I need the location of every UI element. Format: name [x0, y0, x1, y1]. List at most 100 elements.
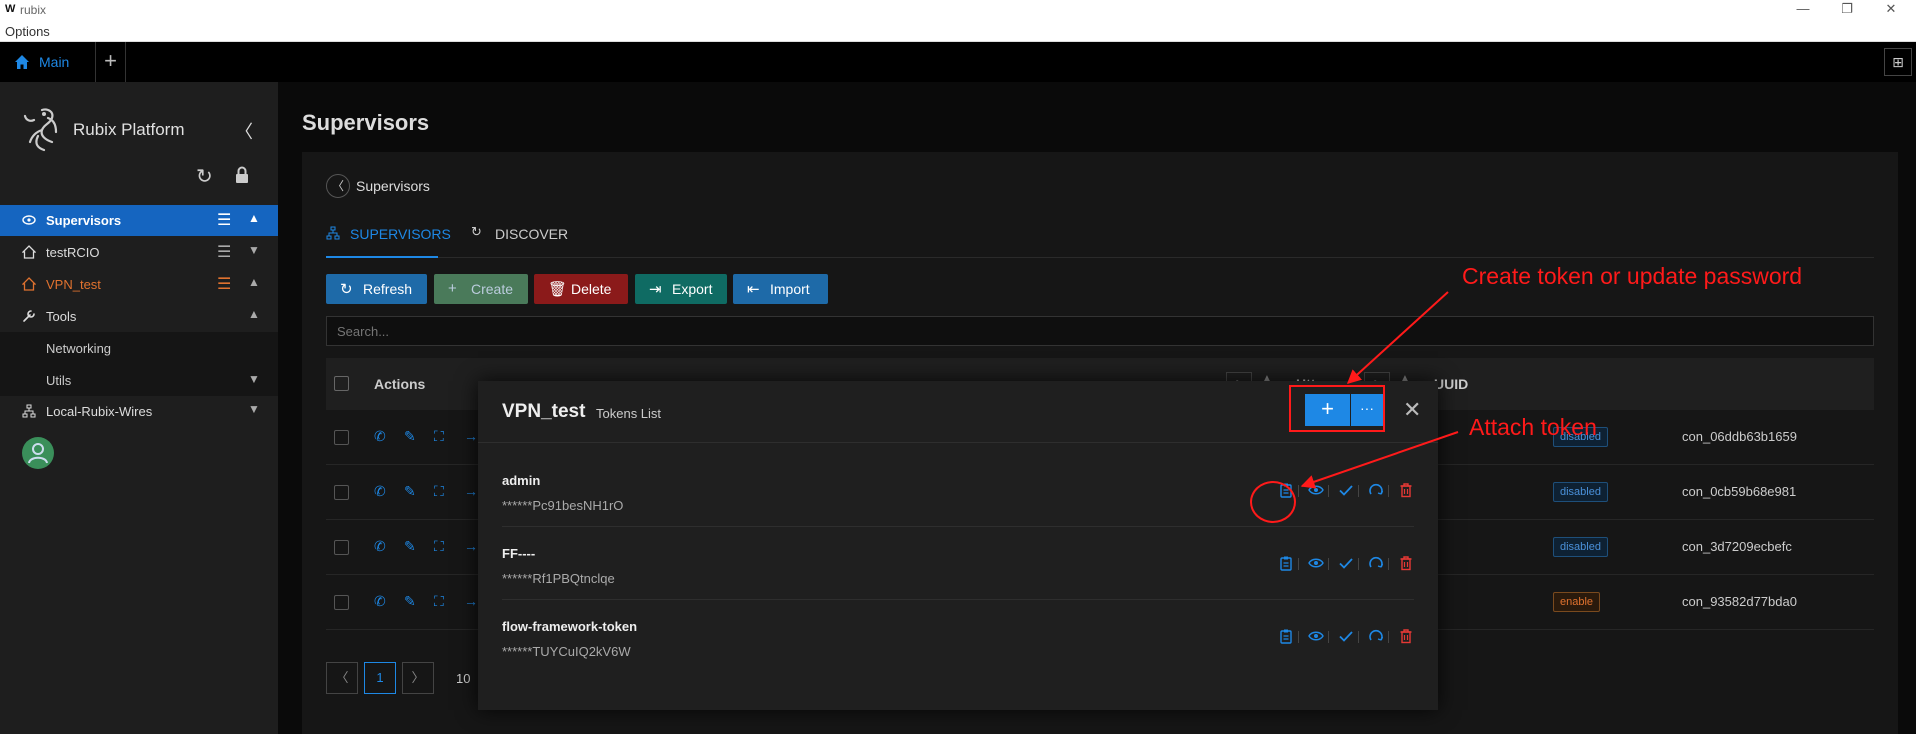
- edit-icon[interactable]: ✎: [404, 483, 434, 500]
- search-input[interactable]: [326, 316, 1874, 346]
- app-tab-strip: Main + ⊞: [0, 42, 1916, 82]
- phone-icon[interactable]: ✆: [374, 428, 404, 445]
- maximize-button[interactable]: ❐: [1827, 0, 1867, 20]
- edit-icon[interactable]: ✎: [404, 593, 434, 610]
- scan-icon[interactable]: ⛶: [434, 483, 464, 500]
- row-checkbox[interactable]: [334, 485, 349, 500]
- chevron-down-icon[interactable]: ▼: [248, 243, 260, 257]
- menu-lines-icon[interactable]: ☰: [217, 210, 231, 230]
- delete-button[interactable]: 🗑 Delete: [534, 274, 628, 304]
- chevron-down-icon[interactable]: ▼: [248, 372, 260, 386]
- row-actions: ✆ ✎ ⛶ →: [374, 428, 494, 445]
- eye-icon[interactable]: [1308, 482, 1324, 498]
- plus-icon: +: [448, 280, 457, 297]
- brand-name: Rubix Platform: [73, 120, 185, 139]
- app-logo: W: [5, 3, 16, 15]
- avatar[interactable]: [22, 437, 54, 469]
- page-button[interactable]: 1: [364, 662, 396, 694]
- add-tab-button[interactable]: +: [96, 42, 126, 82]
- token-actions: [1278, 628, 1414, 646]
- modal-title: VPN_test: [502, 401, 586, 422]
- import-button[interactable]: ⇤ Import: [733, 274, 828, 304]
- phone-icon[interactable]: ✆: [374, 538, 404, 555]
- sidebar-item-networking[interactable]: Networking: [0, 332, 278, 364]
- page-size-select[interactable]: 10: [456, 671, 470, 686]
- tab-supervisors[interactable]: SUPERVISORS: [326, 210, 451, 258]
- app-tab-main[interactable]: Main: [0, 42, 96, 82]
- row-checkbox[interactable]: [334, 430, 349, 445]
- trash-icon: 🗑: [548, 281, 568, 298]
- separator: [1298, 631, 1299, 643]
- check-icon[interactable]: [1338, 628, 1354, 644]
- content-tabs: SUPERVISORS ↻ DISCOVER: [326, 210, 1874, 258]
- next-page-button[interactable]: 〉: [402, 662, 434, 694]
- phone-icon[interactable]: ✆: [374, 593, 404, 610]
- sidebar-item-tools[interactable]: Tools ▲: [0, 301, 278, 332]
- modal-close-button[interactable]: ✕: [1403, 397, 1421, 423]
- refresh-icon: ↻: [340, 281, 353, 298]
- create-button[interactable]: + Create: [434, 274, 528, 304]
- regenerate-icon[interactable]: [1368, 555, 1384, 571]
- eye-icon[interactable]: [1308, 628, 1324, 644]
- token-value: ******TUYCuIQ2kV6W: [502, 644, 631, 659]
- frog-logo-icon: [23, 108, 58, 152]
- sidebar-item-vpn-test[interactable]: VPN_test ☰ ▲: [0, 269, 278, 300]
- tab-discover[interactable]: ↻ DISCOVER: [471, 210, 571, 258]
- scan-icon[interactable]: ⛶: [434, 428, 464, 445]
- refresh-icon[interactable]: ↻: [196, 164, 213, 189]
- chevron-up-icon[interactable]: ▲: [248, 211, 260, 225]
- chevron-up-icon[interactable]: ▲: [248, 307, 260, 321]
- select-all-checkbox[interactable]: [334, 376, 349, 391]
- separator: [1298, 558, 1299, 570]
- sidebar-item-supervisors[interactable]: Supervisors ☰ ▲: [0, 205, 278, 236]
- network-icon: [326, 226, 340, 240]
- regenerate-icon[interactable]: [1368, 628, 1384, 644]
- annotation-highlight-box: [1289, 385, 1385, 432]
- trash-icon[interactable]: [1398, 628, 1414, 644]
- lock-icon[interactable]: [234, 166, 250, 184]
- edit-icon[interactable]: ✎: [404, 428, 434, 445]
- sidebar-item-testrcio[interactable]: testRCIO ☰ ▼: [0, 237, 278, 268]
- separator: [1328, 558, 1329, 570]
- scan-icon[interactable]: ⛶: [434, 538, 464, 555]
- breadcrumb-label: Supervisors: [356, 178, 430, 194]
- separator: [1388, 558, 1389, 570]
- check-icon[interactable]: [1338, 482, 1354, 498]
- clipboard-icon[interactable]: [1278, 628, 1294, 644]
- prev-page-button[interactable]: 〈: [326, 662, 358, 694]
- chevron-down-icon[interactable]: ▼: [248, 402, 260, 416]
- trash-icon[interactable]: [1398, 482, 1414, 498]
- sidebar-item-utils[interactable]: Utils ▼: [0, 364, 278, 396]
- eye-icon[interactable]: [1308, 555, 1324, 571]
- uuid-cell: con_3d7209ecbefc: [1682, 539, 1792, 554]
- sidebar-item-label: testRCIO: [46, 245, 100, 260]
- trash-icon[interactable]: [1398, 555, 1414, 571]
- check-icon[interactable]: [1338, 555, 1354, 571]
- regenerate-icon[interactable]: [1368, 482, 1384, 498]
- separator: [1358, 485, 1359, 497]
- modal-subtitle: Tokens List: [596, 406, 662, 421]
- row-checkbox[interactable]: [334, 595, 349, 610]
- row-checkbox[interactable]: [334, 540, 349, 555]
- refresh-button[interactable]: ↻ Refresh: [326, 274, 427, 304]
- window-close-button[interactable]: ✕: [1871, 0, 1911, 20]
- phone-icon[interactable]: ✆: [374, 483, 404, 500]
- sidebar-item-local-rubix-wires[interactable]: Local-Rubix-Wires ▼: [0, 396, 278, 427]
- refresh-button-label: Refresh: [363, 281, 413, 297]
- chevron-up-icon[interactable]: ▲: [248, 275, 260, 289]
- layout-toggle-icon[interactable]: ⊞: [1884, 48, 1912, 76]
- menu-lines-icon[interactable]: ☰: [217, 274, 231, 294]
- clipboard-icon[interactable]: [1278, 555, 1294, 571]
- menu-lines-icon[interactable]: ☰: [217, 242, 231, 262]
- minimize-button[interactable]: —: [1783, 0, 1823, 20]
- row-actions: ✆ ✎ ⛶ →: [374, 538, 494, 555]
- export-button[interactable]: ⇥ Export: [635, 274, 727, 304]
- uuid-cell: con_06ddb63b1659: [1682, 429, 1797, 444]
- https-badge: enable: [1553, 592, 1601, 612]
- menu-options[interactable]: Options: [5, 24, 50, 39]
- token-item: FF---- ******Rf1PBQtnclqe: [502, 527, 1414, 600]
- edit-icon[interactable]: ✎: [404, 538, 434, 555]
- scan-icon[interactable]: ⛶: [434, 593, 464, 610]
- collapse-sidebar-icon[interactable]: 〈: [235, 118, 253, 144]
- back-button[interactable]: 〈: [326, 174, 350, 198]
